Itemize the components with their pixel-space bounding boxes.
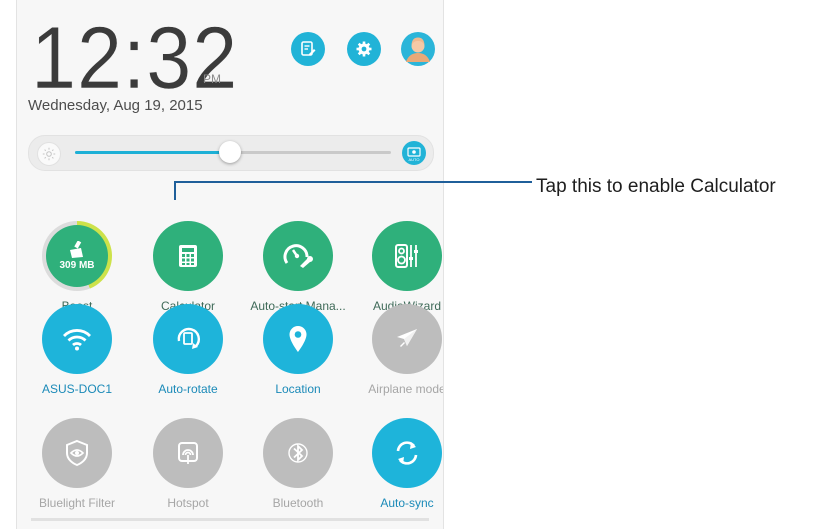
- tile-calculator-button[interactable]: [153, 221, 223, 291]
- callout-text: Tap this to enable Calculator: [536, 176, 776, 197]
- calculator-icon: [179, 245, 197, 267]
- panel-bottom-divider: [31, 518, 429, 521]
- settings-icon[interactable]: [347, 32, 381, 66]
- bluetooth-icon: [288, 443, 308, 463]
- wifi-icon: [62, 329, 92, 351]
- tile-location-label: Location: [275, 382, 321, 396]
- tile-wifi-label: ASUS-DOC1: [41, 382, 112, 396]
- equalizer-icon: [395, 244, 418, 268]
- broom-icon: [70, 241, 83, 258]
- location-pin-icon: [289, 326, 307, 352]
- tile-auto-rotate[interactable]: Auto-rotate: [133, 304, 243, 396]
- tile-airplane-mode[interactable]: Airplane mode: [352, 304, 444, 396]
- tile-audiowizard-button[interactable]: [372, 221, 442, 291]
- callout-line-vertical: [174, 181, 176, 200]
- speed-wrench-icon: [283, 244, 313, 268]
- brightness-track-fill: [75, 151, 230, 154]
- notes-icon[interactable]: [291, 32, 325, 66]
- tile-auto-sync[interactable]: Auto-sync: [352, 418, 443, 510]
- profile-icon[interactable]: [401, 32, 435, 66]
- tile-airplane-label: Airplane mode: [368, 382, 444, 396]
- callout-line-horizontal: [174, 181, 532, 183]
- tile-auto-sync-button[interactable]: [372, 418, 442, 488]
- brightness-thumb[interactable]: [218, 141, 241, 163]
- auto-brightness-label: AUTO: [408, 157, 420, 162]
- tile-location-button[interactable]: [263, 304, 333, 374]
- tile-location[interactable]: Location: [243, 304, 353, 396]
- rotate-icon: [177, 327, 200, 349]
- tile-wifi-button[interactable]: [42, 304, 112, 374]
- tile-audiowizard[interactable]: AudioWizard: [352, 221, 443, 313]
- eye-shield-icon: [66, 439, 88, 467]
- hotspot-icon: [178, 442, 198, 464]
- tile-auto-rotate-button[interactable]: [153, 304, 223, 374]
- brightness-slider[interactable]: AUTO: [28, 135, 434, 171]
- tile-auto-start-manager[interactable]: Auto-start Mana...: [243, 221, 353, 313]
- tile-bluetooth[interactable]: Bluetooth: [243, 418, 353, 510]
- clock: 12:32: [31, 13, 238, 102]
- sync-icon: [396, 441, 418, 465]
- tile-boost[interactable]: 309 MB Boost: [22, 221, 132, 313]
- tile-bluetooth-button[interactable]: [263, 418, 333, 488]
- boost-ring[interactable]: 309 MB: [42, 221, 112, 291]
- tile-bluelight-filter[interactable]: Bluelight Filter: [22, 418, 132, 510]
- tile-wifi[interactable]: ASUS-DOC1: [22, 304, 132, 396]
- tile-hotspot-button[interactable]: [153, 418, 223, 488]
- clock-time: 12:32: [31, 8, 239, 107]
- tile-airplane-button[interactable]: [372, 304, 442, 374]
- airplane-icon: [397, 329, 417, 347]
- tile-auto-rotate-label: Auto-rotate: [158, 382, 218, 396]
- clock-ampm: PM: [203, 72, 221, 86]
- tile-calculator[interactable]: Calculator: [133, 221, 243, 313]
- tile-auto-start-button[interactable]: [263, 221, 333, 291]
- tile-hotspot[interactable]: Hotspot: [133, 418, 243, 510]
- boost-value: 309 MB: [59, 260, 95, 271]
- date-label: Wednesday, Aug 19, 2015: [28, 97, 203, 114]
- tile-bluelight-label: Bluelight Filter: [38, 496, 116, 510]
- tile-auto-sync-label: Auto-sync: [380, 496, 434, 510]
- tile-bluetooth-label: Bluetooth: [272, 496, 324, 510]
- auto-brightness-button[interactable]: AUTO: [402, 141, 426, 165]
- brightness-track[interactable]: [75, 141, 391, 163]
- quick-settings-panel: 12:32 PM Wednesday, Aug 19, 2015 AUTO 30…: [16, 0, 444, 529]
- tile-hotspot-label: Hotspot: [167, 496, 209, 510]
- brightness-sun-icon: [37, 142, 61, 166]
- tile-bluelight-button[interactable]: [42, 418, 112, 488]
